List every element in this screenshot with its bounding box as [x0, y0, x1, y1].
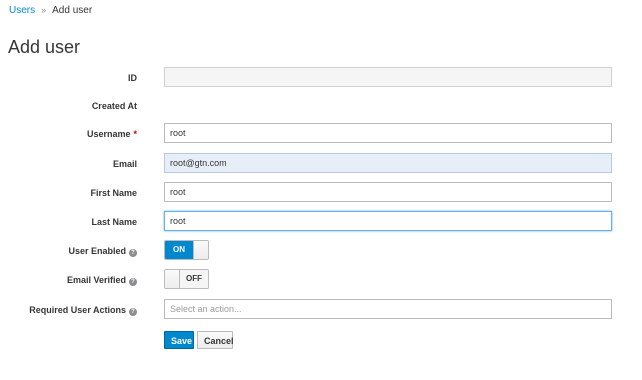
breadcrumb-users-link[interactable]: Users	[9, 5, 35, 16]
email-verified-label: Email Verified?	[67, 269, 137, 291]
email-verified-toggle[interactable]: OFF	[164, 269, 209, 289]
user-enabled-toggle[interactable]: ON	[164, 240, 209, 260]
cancel-button[interactable]: Cancel	[197, 331, 234, 349]
first-name-field[interactable]	[164, 182, 612, 202]
breadcrumb: Users » Add user	[9, 4, 92, 17]
help-icon[interactable]: ?	[129, 278, 137, 286]
toggle-knob	[165, 270, 180, 288]
required-asterisk: *	[133, 129, 137, 139]
breadcrumb-current: Add user	[52, 5, 93, 16]
toggle-on-label: ON	[165, 241, 193, 259]
required-actions-select[interactable]	[164, 299, 612, 319]
breadcrumb-separator: »	[41, 5, 47, 15]
id-field	[164, 67, 612, 87]
username-row: Username *	[0, 123, 642, 145]
required-actions-label: Required User Actions?	[29, 299, 137, 321]
last-name-row: Last Name	[0, 211, 642, 233]
username-field[interactable]	[164, 123, 612, 143]
email-verified-row: Email Verified? OFF	[0, 269, 642, 291]
email-field[interactable]	[164, 153, 612, 173]
email-row: Email	[0, 153, 642, 175]
toggle-knob	[193, 241, 208, 259]
help-icon[interactable]: ?	[129, 249, 137, 257]
first-name-label: First Name	[90, 188, 137, 198]
created-at-row: Created At	[0, 95, 642, 117]
first-name-row: First Name	[0, 182, 642, 204]
save-button[interactable]: Save	[164, 331, 194, 349]
email-verified-label-text: Email Verified	[66, 275, 126, 285]
required-actions-row: Required User Actions?	[0, 299, 642, 321]
last-name-label: Last Name	[91, 217, 137, 227]
toggle-off-label: OFF	[180, 270, 208, 288]
user-enabled-row: User Enabled? ON	[0, 240, 642, 262]
email-label: Email	[112, 159, 137, 169]
user-enabled-label-text: User Enabled	[68, 246, 126, 256]
id-row: ID	[0, 67, 642, 89]
last-name-field[interactable]	[164, 211, 612, 231]
username-label: Username *	[87, 123, 137, 145]
page-title: Add user	[8, 37, 81, 57]
username-label-text: Username	[86, 129, 131, 139]
help-icon[interactable]: ?	[129, 308, 137, 316]
user-enabled-label: User Enabled?	[68, 240, 137, 262]
created-at-label: Created At	[91, 101, 137, 111]
required-actions-label-text: Required User Actions	[29, 305, 126, 315]
id-label: ID	[128, 73, 137, 83]
